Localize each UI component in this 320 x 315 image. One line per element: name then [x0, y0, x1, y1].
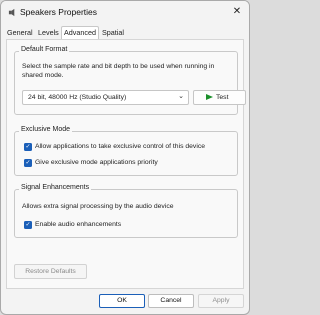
tab-general[interactable]: General	[5, 27, 35, 39]
exclusive-priority-checkbox[interactable]: ✓	[24, 159, 32, 167]
properties-window: Speakers Properties ✕ General Levels Adv…	[0, 0, 250, 315]
window-title: Speakers Properties	[20, 7, 98, 17]
play-icon	[206, 94, 213, 100]
chevron-down-icon: ⌄	[178, 93, 184, 100]
default-format-description-2: shared mode.	[22, 72, 64, 79]
cancel-button[interactable]: Cancel	[148, 294, 194, 308]
default-format-group: Default Format Select the sample rate an…	[14, 46, 246, 115]
format-select-value: 24 bit, 48000 Hz (Studio Quality)	[28, 93, 127, 101]
enable-enhancements-label: Enable audio enhancements	[35, 221, 122, 228]
signal-enhancements-title: Signal Enhancements	[19, 184, 92, 191]
ok-button[interactable]: OK	[99, 294, 145, 308]
test-button-label: Test	[216, 93, 229, 101]
signal-enhancements-group: Signal Enhancements Allows extra signal …	[14, 184, 238, 238]
allow-exclusive-label: Allow applications to take exclusive con…	[35, 143, 206, 150]
exclusive-mode-title: Exclusive Mode	[19, 126, 73, 133]
format-select[interactable]: 24 bit, 48000 Hz (Studio Quality) ⌄	[22, 90, 189, 105]
signal-enhancements-description: Allows extra signal processing by the au…	[22, 203, 174, 210]
exclusive-mode-group: Exclusive Mode ✓ Allow applications to t…	[14, 126, 238, 176]
test-button[interactable]: Test	[193, 90, 246, 105]
default-format-description: Select the sample rate and bit depth to …	[22, 63, 215, 70]
apply-button[interactable]: Apply	[198, 294, 244, 308]
tab-levels[interactable]: Levels	[36, 27, 61, 39]
tab-advanced[interactable]: Advanced	[61, 26, 99, 40]
enable-enhancements-checkbox[interactable]: ✓	[24, 221, 32, 229]
exclusive-priority-label: Give exclusive mode applications priorit…	[35, 159, 158, 166]
allow-exclusive-checkbox[interactable]: ✓	[24, 143, 32, 151]
tab-spatial-sound[interactable]: Spatial sound	[100, 27, 126, 48]
title-bar: Speakers Properties ✕	[1, 1, 249, 23]
speaker-icon	[8, 8, 15, 17]
restore-defaults-button[interactable]: Restore Defaults	[14, 264, 87, 279]
default-format-title: Default Format	[19, 46, 70, 53]
close-icon[interactable]: ✕	[230, 5, 244, 19]
advanced-panel: Default Format Select the sample rate an…	[6, 39, 246, 289]
